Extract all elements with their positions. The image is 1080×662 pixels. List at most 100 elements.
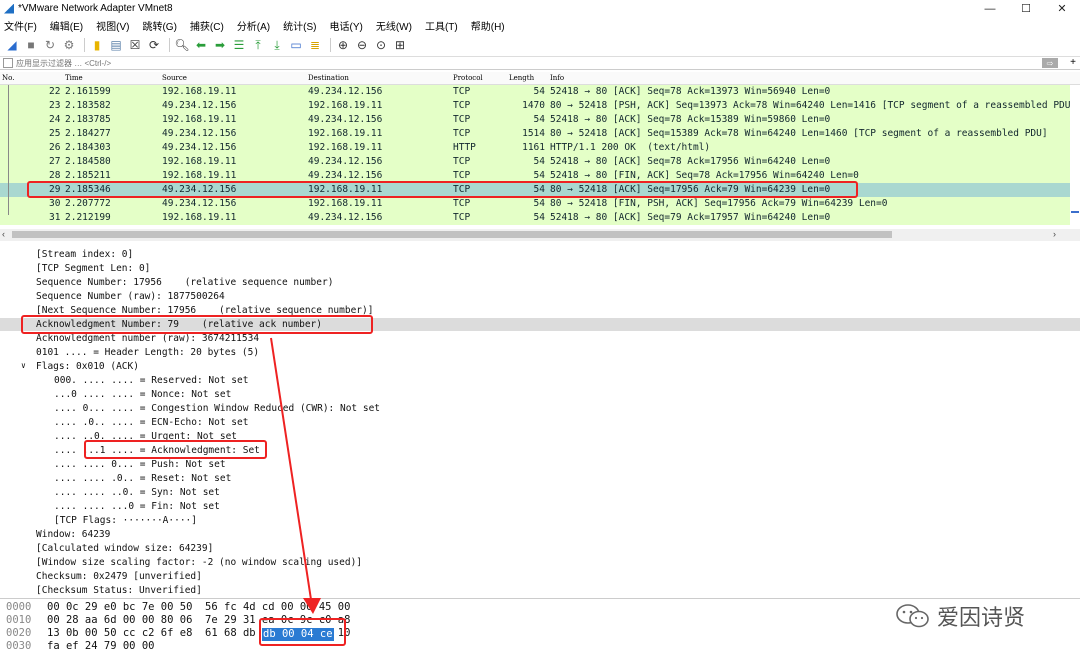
- zoom-out-icon[interactable]: ⊖: [354, 37, 370, 53]
- window-title: *VMware Network Adapter VMnet8: [18, 3, 173, 14]
- packet-list: 22 2.161599 192.168.19.11 49.234.12.156 TCP 5…: [0, 85, 1080, 225]
- detail-line[interactable]: Checksum: 0x2479 [unverified]: [0, 570, 1080, 583]
- detail-line[interactable]: Sequence Number (raw): 1877500264: [0, 290, 1080, 303]
- col-source[interactable]: Source: [162, 74, 187, 82]
- col-destination[interactable]: Destination: [308, 74, 349, 82]
- colorize-icon[interactable]: ≣: [307, 37, 323, 53]
- detail-line[interactable]: .... .... 0... = Push: Not set: [0, 458, 1080, 471]
- menu-tools[interactable]: 工具(T): [425, 18, 458, 33]
- first-packet-icon[interactable]: ⤒: [250, 37, 266, 53]
- detail-line[interactable]: [TCP Flags: ·······A····]: [0, 514, 1080, 527]
- resize-columns-icon[interactable]: ⊞: [392, 37, 408, 53]
- menu-analyze[interactable]: 分析(A): [237, 18, 270, 33]
- wechat-icon: [896, 604, 929, 628]
- display-filter-bar: ⇨ +: [0, 56, 1080, 70]
- packet-row[interactable]: 30 2.207772 49.234.12.156 192.168.19.11 TCP 5…: [0, 197, 1078, 211]
- col-protocol[interactable]: Protocol: [453, 74, 483, 82]
- col-time[interactable]: Time: [65, 74, 83, 82]
- capture-options-icon[interactable]: ⚙: [61, 37, 77, 53]
- menu-go[interactable]: 跳转(G): [142, 18, 176, 33]
- packet-row[interactable]: 22 2.161599 192.168.19.11 49.234.12.156 TCP 5…: [0, 85, 1078, 99]
- toolbar-divider: [84, 38, 85, 52]
- col-no[interactable]: No.: [2, 74, 14, 82]
- watermark-text: 爱因诗贤: [937, 606, 1026, 631]
- packet-row[interactable]: 31 2.212199 192.168.19.11 49.234.12.156 TCP 5…: [0, 211, 1078, 225]
- reload-file-icon[interactable]: ⟳: [146, 37, 162, 53]
- packet-details-pane: [Stream index: 0] [TCP Segment Len: 0] S…: [0, 245, 1080, 597]
- start-capture-icon[interactable]: ◢: [4, 37, 20, 53]
- menu-edit[interactable]: 编辑(E): [50, 18, 83, 33]
- menu-statistics[interactable]: 统计(S): [283, 18, 316, 33]
- detail-line[interactable]: [Window size scaling factor: -2 (no wind…: [0, 556, 1080, 569]
- minimize-button[interactable]: —: [972, 0, 1008, 17]
- annotation-box-ack-number: [21, 315, 373, 334]
- add-filter-button[interactable]: +: [1070, 57, 1076, 68]
- display-filter-input[interactable]: [16, 58, 1016, 68]
- maximize-button[interactable]: ☐: [1008, 0, 1044, 17]
- menu-capture[interactable]: 捕获(C): [190, 18, 224, 33]
- apply-filter-button[interactable]: ⇨: [1042, 58, 1058, 68]
- restart-capture-icon[interactable]: ↻: [42, 37, 58, 53]
- go-back-icon[interactable]: ⬅: [193, 37, 209, 53]
- detail-line[interactable]: Sequence Number: 17956 (relative sequenc…: [0, 276, 1080, 289]
- menu-file[interactable]: 文件(F): [4, 18, 37, 33]
- packet-row[interactable]: 26 2.184303 49.234.12.156 192.168.19.11 HTTP…: [0, 141, 1078, 155]
- detail-line[interactable]: .... .0.. .... = ECN-Echo: Not set: [0, 416, 1080, 429]
- stop-capture-icon[interactable]: ■: [23, 37, 39, 53]
- detail-line[interactable]: .... .... ...0 = Fin: Not set: [0, 500, 1080, 513]
- conversation-gutter: [0, 85, 14, 225]
- toolbar-divider: [330, 38, 331, 52]
- packet-row[interactable]: 24 2.183785 192.168.19.11 49.234.12.156 TCP 5…: [0, 113, 1078, 127]
- detail-line[interactable]: .... 0... .... = Congestion Window Reduc…: [0, 402, 1080, 415]
- go-forward-icon[interactable]: ➡: [212, 37, 228, 53]
- menu-wireless[interactable]: 无线(W): [376, 18, 412, 33]
- title-bar: *VMware Network Adapter VMnet8 — ☐ ✕: [0, 0, 1080, 17]
- close-button[interactable]: ✕: [1044, 0, 1080, 17]
- detail-line[interactable]: [Checksum Status: Unverified]: [0, 584, 1080, 597]
- bookmark-icon[interactable]: [3, 58, 13, 68]
- save-file-icon[interactable]: ▤: [108, 37, 124, 53]
- detail-line[interactable]: 0101 .... = Header Length: 20 bytes (5): [0, 346, 1080, 359]
- menu-help[interactable]: 帮助(H): [471, 18, 505, 33]
- col-info[interactable]: Info: [550, 74, 564, 82]
- zoom-reset-icon[interactable]: ⊙: [373, 37, 389, 53]
- detail-line[interactable]: .... .... ..0. = Syn: Not set: [0, 486, 1080, 499]
- autoscroll-icon[interactable]: ▭: [288, 37, 304, 53]
- packet-list-header: No. Time Source Destination Protocol Len…: [0, 72, 1080, 85]
- detail-line[interactable]: ...0 .... .... = Nonce: Not set: [0, 388, 1080, 401]
- detail-line[interactable]: [Calculated window size: 64239]: [0, 542, 1080, 555]
- scroll-right-icon[interactable]: ›: [1053, 229, 1056, 239]
- detail-line[interactable]: 000. .... .... = Reserved: Not set: [0, 374, 1080, 387]
- scroll-left-icon[interactable]: ‹: [2, 229, 5, 239]
- last-packet-icon[interactable]: ⤓: [269, 37, 285, 53]
- watermark: 爱因诗贤: [895, 600, 1025, 632]
- detail-line[interactable]: [Stream index: 0]: [0, 248, 1080, 261]
- wireshark-fin-icon: [4, 3, 14, 14]
- open-file-icon[interactable]: ▮: [89, 37, 105, 53]
- packet-list-hscrollbar[interactable]: ‹ ›: [0, 229, 1080, 241]
- main-toolbar: ◢ ■ ↻ ⚙ ▮ ▤ ☒ ⟳ 🔍︎ ⬅ ➡ ☰ ⤒ ⤓ ▭ ≣ ⊕ ⊖ ⊙ ⊞: [0, 35, 1080, 55]
- detail-line[interactable]: .... .... .0.. = Reset: Not set: [0, 472, 1080, 485]
- packet-row[interactable]: 25 2.184277 49.234.12.156 192.168.19.11 TCP 1…: [0, 127, 1078, 141]
- toolbar-divider: [169, 38, 170, 52]
- expand-chevron-icon[interactable]: ∨: [21, 361, 26, 370]
- zoom-in-icon[interactable]: ⊕: [335, 37, 351, 53]
- packet-row[interactable]: 23 2.183582 49.234.12.156 192.168.19.11 TCP 1…: [0, 99, 1078, 113]
- col-length[interactable]: Length: [509, 74, 534, 82]
- menu-bar: 文件(F) 编辑(E) 视图(V) 跳转(G) 捕获(C) 分析(A) 统计(S…: [0, 17, 1080, 34]
- find-packet-icon[interactable]: 🔍︎: [174, 37, 190, 53]
- window-controls: — ☐ ✕: [972, 0, 1080, 17]
- packet-row[interactable]: 27 2.184580 192.168.19.11 49.234.12.156 TCP 5…: [0, 155, 1078, 169]
- minimap-marker: [1071, 211, 1079, 213]
- detail-line[interactable]: Window: 64239: [0, 528, 1080, 541]
- go-to-packet-icon[interactable]: ☰: [231, 37, 247, 53]
- annotation-box-ack-flag: [84, 440, 267, 459]
- close-file-icon[interactable]: ☒: [127, 37, 143, 53]
- detail-line[interactable]: [TCP Segment Len: 0]: [0, 262, 1080, 275]
- detail-line[interactable]: ∨ Flags: 0x010 (ACK): [0, 360, 1080, 373]
- menu-view[interactable]: 视图(V): [96, 18, 129, 33]
- scroll-thumb[interactable]: [12, 231, 892, 238]
- packet-list-vscrollbar[interactable]: [1070, 85, 1080, 225]
- menu-telephony[interactable]: 电话(Y): [330, 18, 363, 33]
- annotation-box-packet: [27, 181, 858, 198]
